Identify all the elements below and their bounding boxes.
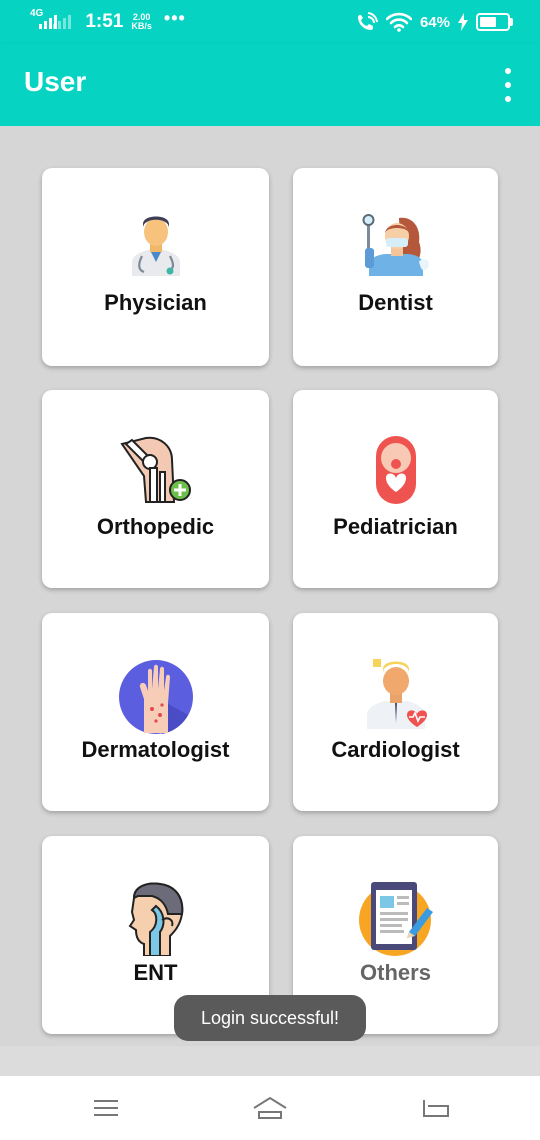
back-icon[interactable] — [416, 1094, 456, 1122]
dentist-icon — [362, 214, 429, 276]
category-label: Orthopedic — [96, 514, 215, 539]
category-card-pediatrician[interactable]: Pediatrician — [293, 390, 498, 588]
orthopedic-icon — [119, 436, 191, 503]
menu-icon[interactable] — [86, 1094, 126, 1122]
category-label: Pediatrician — [333, 514, 458, 539]
network-type: 4G — [30, 8, 44, 19]
physician-icon — [131, 216, 180, 276]
pediatrician-icon — [375, 436, 416, 504]
cardiologist-icon — [366, 659, 427, 729]
category-grid: Physician Dentist Orthopedic Pediatricia… — [0, 126, 540, 1046]
ent-icon — [128, 882, 183, 956]
system-nav-bar — [0, 1076, 540, 1140]
wifi-calling-icon — [357, 12, 378, 30]
category-label: Cardiologist — [331, 737, 460, 762]
dermatologist-icon — [118, 660, 193, 734]
notification-dots: ••• — [163, 7, 186, 28]
app-bar: User — [0, 44, 540, 126]
status-bar: 4G 1:51 2.00 KB/s ••• 64% — [0, 0, 540, 44]
more-vert-icon[interactable] — [496, 68, 520, 102]
category-card-cardiologist[interactable]: Cardiologist — [293, 613, 498, 811]
category-card-dentist[interactable]: Dentist — [293, 168, 498, 366]
signal-icon-secondary — [53, 15, 72, 29]
battery-percent: 64% — [419, 13, 450, 31]
wifi-icon — [385, 12, 412, 32]
battery-icon — [476, 13, 513, 31]
others-icon — [358, 882, 433, 956]
category-label: Physician — [104, 290, 207, 315]
charging-icon — [458, 13, 468, 31]
category-label: ENT — [133, 960, 178, 985]
category-card-orthopedic[interactable]: Orthopedic — [42, 390, 269, 588]
toast-message: Login successful! — [174, 995, 366, 1041]
network-speed: 2.00 KB/s — [131, 13, 152, 31]
category-card-dermatologist[interactable]: Dermatologist — [42, 613, 269, 811]
category-label: Dentist — [358, 290, 433, 315]
category-card-physician[interactable]: Physician — [42, 168, 269, 366]
category-label: Dermatologist — [81, 737, 230, 762]
app-title: User — [24, 66, 87, 97]
category-label: Others — [360, 960, 431, 985]
clock: 1:51 — [85, 11, 124, 32]
speed-unit: KB/s — [131, 21, 152, 31]
home-icon[interactable] — [250, 1094, 290, 1122]
